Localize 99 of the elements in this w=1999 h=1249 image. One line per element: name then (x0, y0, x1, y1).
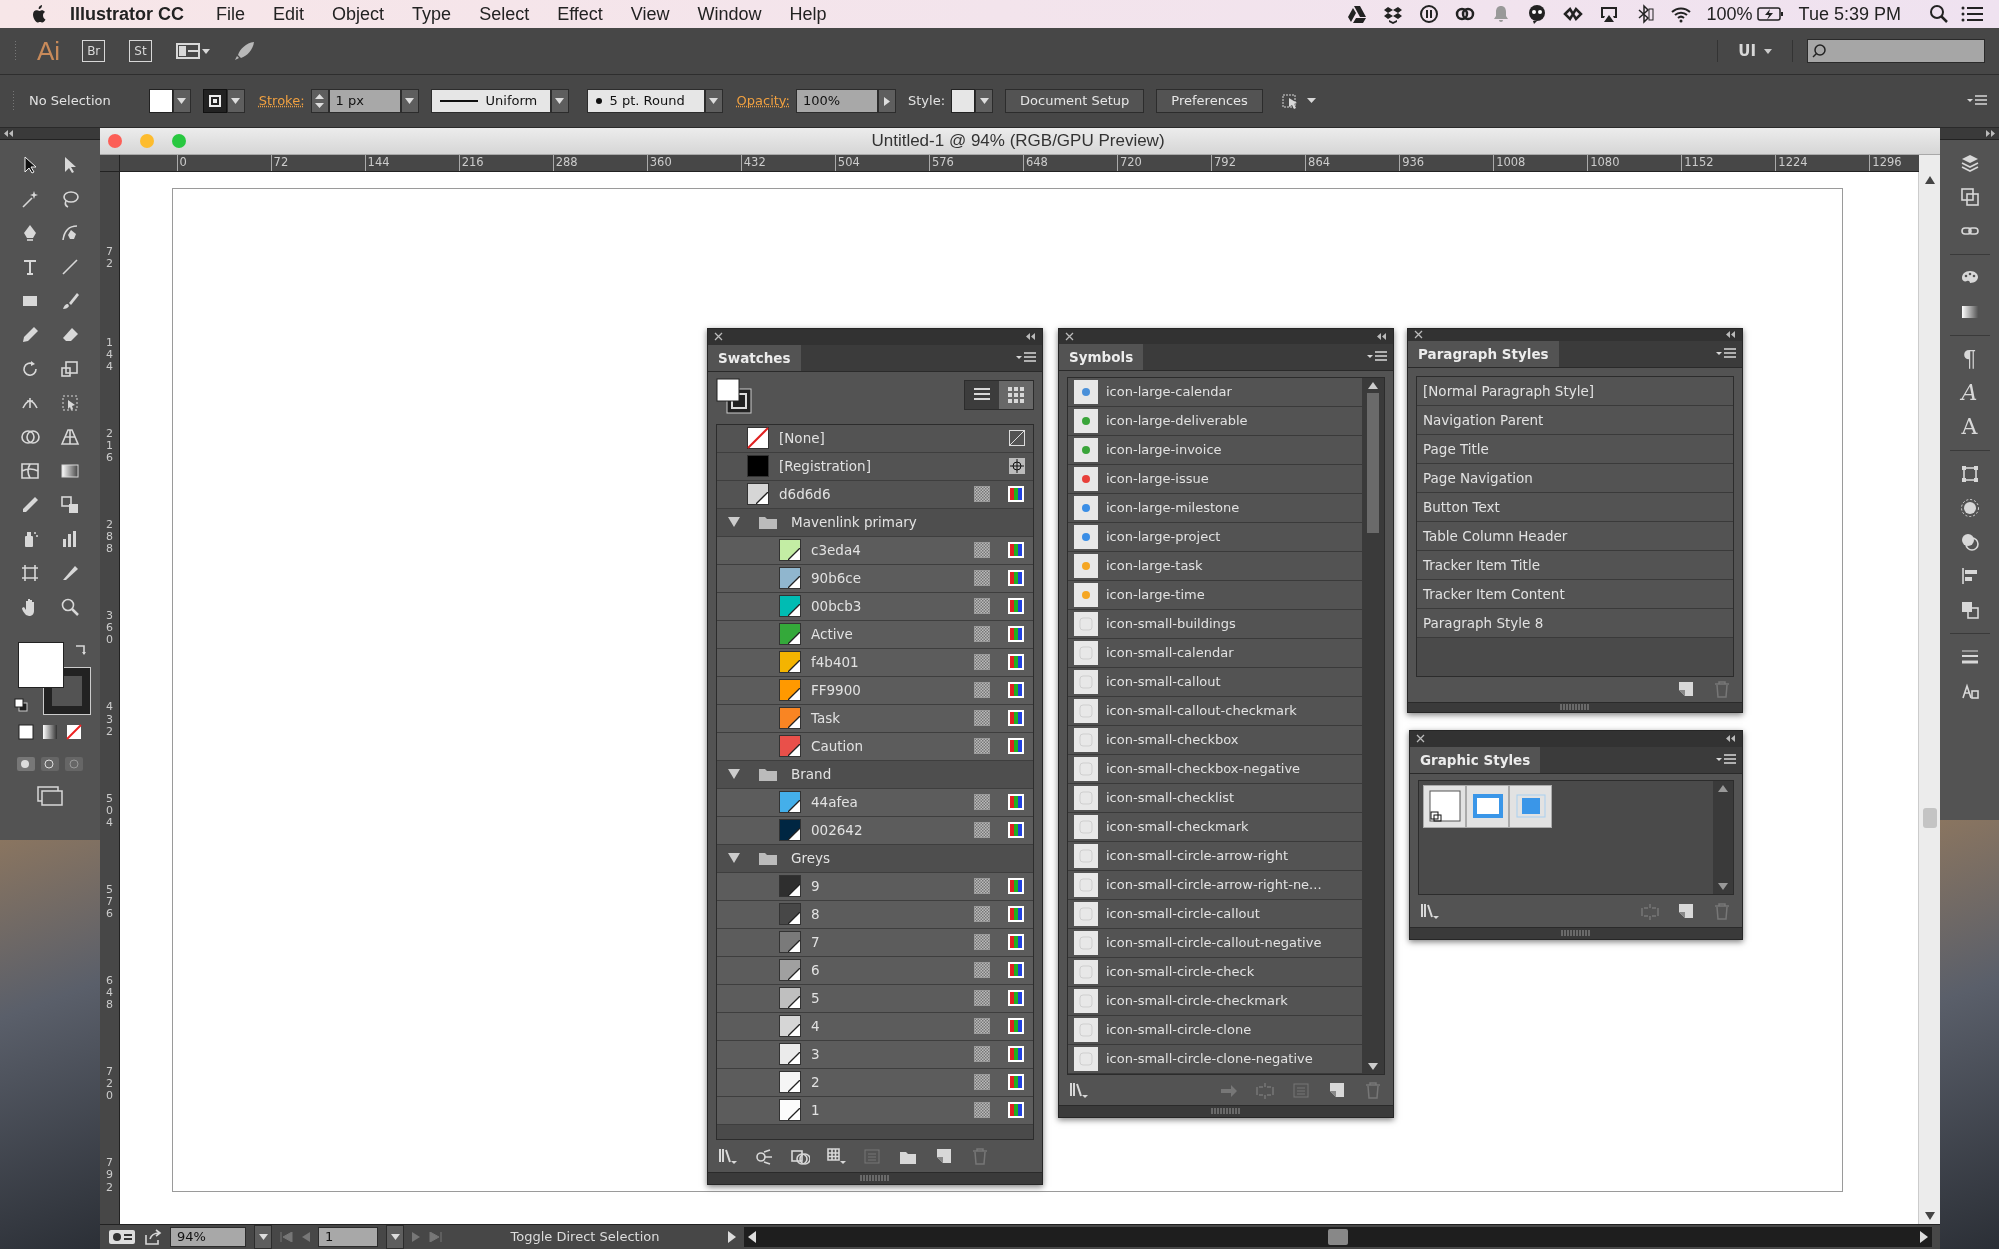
paragraph-style-item[interactable]: Tracker Item Content (1417, 579, 1733, 609)
ruler-label: 504 (834, 154, 929, 171)
swatch-name: 00bcb3 (811, 596, 863, 616)
stroke-label-link[interactable]: Stroke: (258, 91, 305, 111)
swatch-name: f4b401 (811, 652, 860, 672)
ruler-label: 720 (1117, 154, 1212, 171)
ruler-label: 216 (105, 427, 114, 467)
swatch-name: 8 (811, 904, 821, 924)
swatch-name: 44afea (811, 792, 859, 812)
swatch-group-name[interactable]: Brand (791, 763, 832, 785)
menu-item[interactable]: Select (465, 0, 544, 28)
swatch-name: Task (811, 708, 842, 728)
swatch-name: Caution (811, 736, 865, 756)
zoom-field[interactable]: 94% (170, 1227, 246, 1247)
swatch-name: 90b6ce (811, 568, 863, 588)
swatch-name: 6 (811, 960, 821, 980)
ruler-label: 432 (740, 154, 835, 171)
ruler-label: 360 (105, 610, 114, 649)
workspace-switcher[interactable]: UI (1717, 39, 1793, 63)
ruler-label: 72 (270, 154, 365, 171)
ruler-label: 864 (1305, 154, 1400, 171)
ruler-label: 288 (105, 519, 114, 558)
ruler-label: 648 (105, 975, 114, 1014)
ruler-label: 1224 (1775, 154, 1870, 171)
ruler-label: 1152 (1681, 154, 1776, 171)
paragraph-style-item[interactable]: Tracker Item Title (1417, 550, 1733, 580)
swatch-name: [Registration] (779, 456, 872, 476)
swatch-name: 4 (811, 1016, 821, 1036)
ruler-label: 720 (105, 1066, 114, 1105)
stroke-weight-field[interactable]: 1 px (328, 89, 401, 113)
swatch-name: c3eda4 (811, 540, 862, 560)
ruler-label: 576 (105, 883, 114, 922)
menu-item[interactable]: Object (318, 0, 399, 28)
menu-item[interactable]: Type (398, 0, 466, 28)
app-logo: Ai (37, 34, 61, 68)
paragraph-style-item[interactable]: Paragraph Style 8 (1417, 608, 1733, 638)
paragraph-style-item[interactable]: Page Title (1417, 434, 1733, 464)
status-message: Toggle Direct Selection (509, 1228, 661, 1247)
panel-tab[interactable]: Paragraph Styles (1408, 340, 1559, 367)
artboard-field[interactable]: 1 (318, 1227, 378, 1247)
toolbar-button[interactable]: Document Setup (1005, 89, 1145, 113)
menu-item[interactable]: Edit (259, 0, 319, 28)
swatch-name: 2 (811, 1072, 821, 1092)
selection-status: No Selection (29, 92, 111, 111)
menu-item[interactable]: Window (683, 0, 776, 28)
document-title: Untitled-1 @ 94% (RGB/GPU Preview) (870, 130, 1166, 152)
brush-dropdown[interactable]: 5 pt. Round (586, 89, 705, 113)
swatch-name: 7 (811, 932, 821, 952)
swatch-name: 002642 (811, 820, 864, 840)
paragraph-glyph[interactable]: ¶ (1962, 348, 1977, 370)
swatch-name: FF9900 (811, 680, 862, 700)
ruler-label: 648 (1022, 154, 1117, 171)
paragraph-style-item[interactable]: Button Text (1417, 492, 1733, 522)
toolbar-button[interactable]: Preferences (1156, 89, 1263, 113)
ruler-label: 0 (176, 154, 271, 171)
ruler-label: 360 (646, 154, 741, 171)
swatch-name: [None] (779, 428, 826, 448)
character-glyph[interactable]: A (1961, 416, 1978, 438)
ruler-label: 144 (105, 336, 114, 375)
bridge-button[interactable]: Br (82, 40, 106, 62)
ruler-label: 144 (364, 154, 459, 171)
ruler-label: 576 (928, 154, 1023, 171)
ruler-label: 936 (1399, 154, 1494, 171)
swatch-name: 5 (811, 988, 821, 1008)
style-label: Style: (908, 92, 946, 111)
ruler-label: 72 (105, 245, 114, 272)
paragraph-style-item[interactable]: Page Navigation (1417, 463, 1733, 493)
swatch-name: d6d6d6 (779, 484, 832, 504)
swatch-name: 1 (811, 1100, 821, 1120)
swatch-group-name[interactable]: Greys (791, 847, 831, 869)
ruler-label: 504 (105, 792, 114, 831)
ruler-label: 216 (458, 154, 553, 171)
opacity-field[interactable]: 100% (796, 89, 878, 113)
swatch-name: 9 (811, 876, 821, 896)
ruler-label: 792 (105, 1157, 114, 1196)
script-a-glyph[interactable]: A (1961, 382, 1978, 404)
menubar-clock[interactable]: Tue 5:39 PM (1798, 0, 1901, 28)
menu-item[interactable]: Help (775, 0, 841, 28)
opacity-label-link[interactable]: Opacity: (736, 91, 790, 111)
ruler-label: 792 (1211, 154, 1306, 171)
panel-tab[interactable]: Swatches (708, 344, 801, 371)
ruler-label: 1008 (1493, 154, 1588, 171)
menu-item[interactable]: Effect (543, 0, 617, 28)
panel-tab[interactable]: Symbols (1059, 343, 1144, 370)
ruler-label: 288 (552, 154, 647, 171)
ruler-label: 432 (105, 701, 114, 740)
paragraph-style-item[interactable]: Navigation Parent (1417, 405, 1733, 435)
battery-percentage: 100% (1706, 2, 1753, 26)
menu-item[interactable]: View (616, 0, 684, 28)
panel-tab[interactable]: Graphic Styles (1410, 746, 1541, 773)
paragraph-style-item[interactable]: [Normal Paragraph Style] (1417, 376, 1733, 406)
menu-item[interactable]: File (202, 0, 260, 28)
swatch-name: 3 (811, 1044, 821, 1064)
app-name-menu[interactable]: Illustrator CC (48, 0, 202, 28)
paragraph-style-item[interactable]: Table Column Header (1417, 521, 1733, 551)
ruler-label: 1080 (1587, 154, 1682, 171)
swatch-name: Active (811, 624, 854, 644)
stock-button[interactable]: St (129, 40, 152, 62)
stroke-profile-dropdown[interactable]: Uniform (430, 89, 551, 113)
